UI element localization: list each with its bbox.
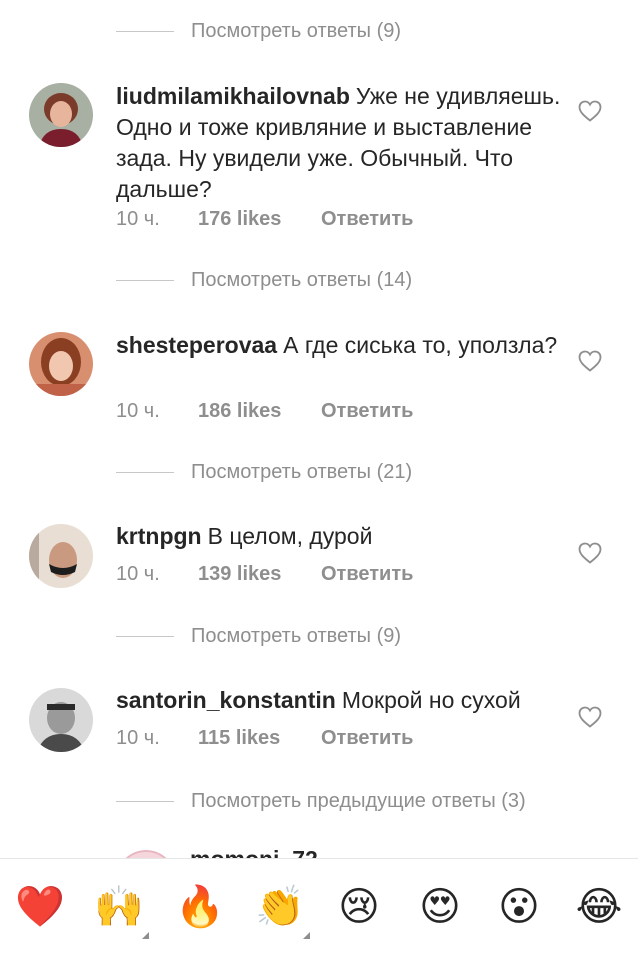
surprised-face-icon[interactable]: 😮 bbox=[493, 881, 545, 933]
comment-time: 10 ч. bbox=[116, 726, 160, 749]
red-heart-icon[interactable]: ❤️ bbox=[14, 881, 66, 933]
comment-meta: 10 ч. 186 likes Ответить bbox=[116, 398, 413, 424]
comment-username[interactable]: shesteperovaa bbox=[116, 332, 277, 358]
view-replies-link[interactable]: Посмотреть ответы (9) bbox=[191, 625, 401, 648]
comment-meta: 10 ч. 139 likes Ответить bbox=[116, 561, 413, 587]
replies-divider bbox=[116, 279, 174, 281]
view-replies-row[interactable]: Посмотреть ответы (14) bbox=[116, 267, 412, 293]
comment-likes[interactable]: 186 likes bbox=[198, 400, 321, 423]
skin-tone-indicator-icon bbox=[142, 932, 149, 939]
view-replies-link[interactable]: Посмотреть ответы (14) bbox=[191, 269, 412, 292]
comment-meta: 10 ч. 176 likes Ответить bbox=[116, 206, 413, 232]
emoji-glyph: 👏 bbox=[255, 885, 305, 929]
clapping-hands-icon[interactable]: 👏 bbox=[254, 881, 310, 939]
comment-text: liudmilamikhailovnab Уже не удивляешь. Од… bbox=[116, 81, 561, 205]
comment-body: В целом, дурой bbox=[207, 523, 373, 549]
avatar[interactable] bbox=[29, 524, 93, 588]
view-replies-link[interactable]: Посмотреть ответы (21) bbox=[191, 461, 412, 484]
replies-divider bbox=[116, 30, 174, 32]
reply-button[interactable]: Ответить bbox=[321, 727, 413, 750]
avatar[interactable] bbox=[29, 83, 93, 147]
view-replies-row[interactable]: Посмотреть ответы (9) bbox=[116, 18, 401, 44]
avatar[interactable] bbox=[29, 688, 93, 752]
like-heart-icon[interactable] bbox=[578, 706, 602, 728]
like-heart-icon[interactable] bbox=[578, 542, 602, 564]
avatar[interactable] bbox=[29, 332, 93, 396]
tears-of-joy-icon[interactable]: 😂 bbox=[573, 881, 625, 933]
comment-time: 10 ч. bbox=[116, 207, 160, 230]
reply-button[interactable]: Ответить bbox=[321, 400, 413, 423]
view-replies-row[interactable]: Посмотреть ответы (21) bbox=[116, 459, 412, 485]
reply-button[interactable]: Ответить bbox=[321, 563, 413, 586]
comment-meta: 10 ч. 115 likes Ответить bbox=[116, 725, 413, 751]
like-heart-icon[interactable] bbox=[578, 100, 602, 122]
crying-face-icon[interactable]: 😢 bbox=[333, 881, 385, 933]
view-replies-link[interactable]: Посмотреть предыдущие ответы (3) bbox=[191, 790, 526, 813]
replies-divider bbox=[116, 800, 174, 802]
comment-time: 10 ч. bbox=[116, 399, 160, 422]
emoji-glyph: 🙌 bbox=[94, 885, 144, 929]
replies-divider bbox=[116, 471, 174, 473]
comment-likes[interactable]: 139 likes bbox=[198, 563, 321, 586]
heart-eyes-icon[interactable]: 😍 bbox=[414, 881, 466, 933]
comment-text: santorin_konstantin Мокрой но сухой bbox=[116, 685, 561, 716]
comment-likes[interactable]: 176 likes bbox=[198, 208, 321, 231]
comment-text: shesteperovaa А где сиська то, уползла? bbox=[116, 330, 561, 361]
comment-body: Мокрой но сухой bbox=[341, 687, 521, 713]
comment-username[interactable]: krtnpgn bbox=[116, 523, 202, 549]
skin-tone-indicator-icon bbox=[303, 932, 310, 939]
comment-text: krtnpgn В целом, дурой bbox=[116, 521, 561, 552]
emoji-reaction-bar: ❤️ 🙌 🔥 👏 😢 😍 😮 😂 bbox=[0, 858, 638, 960]
replies-divider bbox=[116, 635, 174, 637]
comment-time: 10 ч. bbox=[116, 562, 160, 585]
like-heart-icon[interactable] bbox=[578, 350, 602, 372]
reply-button[interactable]: Ответить bbox=[321, 208, 413, 231]
raising-hands-icon[interactable]: 🙌 bbox=[93, 881, 149, 939]
comment-body: А где сиська то, уползла? bbox=[283, 332, 558, 358]
view-replies-row[interactable]: Посмотреть предыдущие ответы (3) bbox=[116, 788, 526, 814]
comment-likes[interactable]: 115 likes bbox=[198, 727, 321, 750]
fire-icon[interactable]: 🔥 bbox=[174, 881, 226, 933]
comment-username[interactable]: santorin_konstantin bbox=[116, 687, 336, 713]
view-replies-link[interactable]: Посмотреть ответы (9) bbox=[191, 20, 401, 43]
view-replies-row[interactable]: Посмотреть ответы (9) bbox=[116, 623, 401, 649]
comment-username[interactable]: liudmilamikhailovnab bbox=[116, 83, 350, 109]
